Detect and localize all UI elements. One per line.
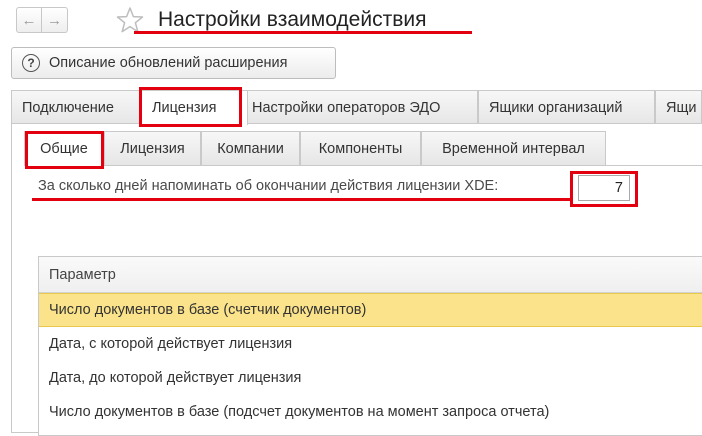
reminder-days-input[interactable]: [578, 175, 630, 201]
help-circle-icon: ?: [22, 54, 40, 72]
subtab-time-interval[interactable]: Временной интервал: [421, 131, 606, 165]
table-row[interactable]: Число документов в базе (счетчик докумен…: [39, 293, 702, 327]
table-row[interactable]: Дата, с которой действует лицензия: [39, 327, 702, 361]
tab-truncated-label: Ящи: [666, 99, 697, 116]
page-title: Настройки взаимодействия: [158, 8, 427, 31]
tab-edo-operators-label: Настройки операторов ЭДО: [252, 99, 441, 116]
subtab-components-label: Компоненты: [318, 140, 403, 157]
outer-tab-bar: Подключение Лицензия Настройки операторо…: [11, 90, 702, 125]
update-description-label: Описание обновлений расширения: [49, 55, 288, 71]
subtab-time-interval-label: Временной интервал: [442, 140, 585, 157]
parameters-table: Параметр Число документов в базе (счетчи…: [38, 256, 702, 436]
subtab-license-label: Лицензия: [120, 140, 185, 157]
back-button[interactable]: ←: [16, 7, 42, 33]
forward-button[interactable]: →: [42, 7, 68, 33]
subtab-companies-label: Компании: [217, 140, 284, 157]
arrow-right-icon: →: [47, 11, 62, 29]
subtab-general-label: Общие: [40, 141, 88, 157]
favorite-star-icon[interactable]: [116, 6, 144, 34]
tab-license-label: Лицензия: [152, 100, 217, 116]
tab-connection-label: Подключение: [22, 99, 114, 116]
subtab-general[interactable]: Общие: [24, 131, 104, 166]
update-description-button[interactable]: ? Описание обновлений расширения: [11, 47, 336, 79]
subtab-companies[interactable]: Компании: [201, 131, 300, 165]
subtab-divider: [24, 165, 702, 166]
tab-license[interactable]: Лицензия: [141, 90, 248, 125]
subtab-components[interactable]: Компоненты: [300, 131, 421, 165]
table-row[interactable]: Дата, до которой действует лицензия: [39, 361, 702, 395]
title-underline-annotation: [134, 31, 472, 34]
arrow-left-icon: ←: [21, 11, 37, 29]
table-header-parameter[interactable]: Параметр: [39, 257, 702, 293]
reminder-underline-annotation: [32, 198, 572, 201]
tab-edo-operators[interactable]: Настройки операторов ЭДО: [241, 90, 478, 124]
subtab-license[interactable]: Лицензия: [104, 131, 201, 165]
tab-connection[interactable]: Подключение: [11, 90, 141, 124]
reminder-days-label: За сколько дней напоминать об окончании …: [38, 178, 499, 194]
tab-truncated[interactable]: Ящи: [655, 90, 702, 124]
tab-org-mailboxes-label: Ящики организаций: [489, 99, 623, 116]
table-row[interactable]: Число документов в базе (подсчет докумен…: [39, 395, 702, 429]
tab-org-mailboxes[interactable]: Ящики организаций: [478, 90, 655, 124]
